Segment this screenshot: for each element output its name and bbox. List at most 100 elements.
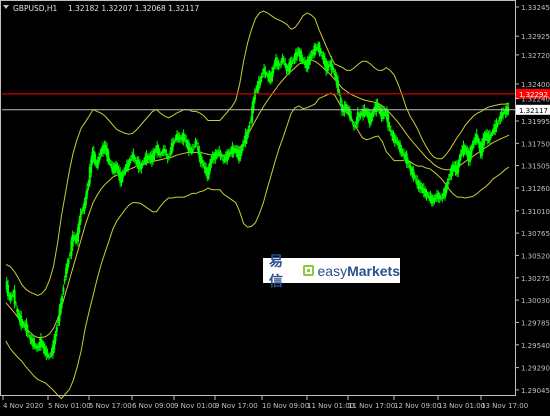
candle-body bbox=[278, 64, 281, 66]
candle-body bbox=[13, 290, 16, 305]
candle-body bbox=[401, 152, 404, 154]
bid-price-label: 1.32117 bbox=[519, 107, 548, 115]
watermark-logo-icon bbox=[302, 265, 314, 276]
candle-body bbox=[129, 158, 132, 161]
candle-body bbox=[395, 139, 398, 143]
candle-body bbox=[177, 135, 180, 140]
candle-body bbox=[41, 341, 44, 345]
y-tick-label: 1.31750 bbox=[521, 140, 550, 148]
candle-body bbox=[26, 329, 29, 334]
y-tick-label: 1.29290 bbox=[521, 365, 550, 373]
candle-body bbox=[219, 151, 222, 157]
candle-body bbox=[413, 176, 416, 178]
candle-body bbox=[389, 130, 392, 132]
candle-body bbox=[242, 144, 244, 148]
candle-body bbox=[195, 142, 198, 144]
x-tick-label: 9 Nov 01:00 bbox=[174, 402, 217, 410]
x-tick-label: 11 Nov 17:00 bbox=[348, 402, 395, 410]
candle-body bbox=[337, 80, 339, 92]
candle-body bbox=[201, 159, 204, 164]
candle-body bbox=[141, 163, 144, 166]
candle-body bbox=[292, 60, 295, 62]
candle-body bbox=[220, 156, 223, 158]
candle-body bbox=[193, 146, 196, 148]
y-tick-label: 1.29045 bbox=[521, 387, 550, 395]
candle-body bbox=[471, 143, 474, 149]
candle-body bbox=[407, 161, 409, 164]
candle-body bbox=[99, 153, 102, 156]
y-tick-label: 1.33245 bbox=[521, 4, 550, 12]
candle-body bbox=[183, 138, 186, 140]
candle-body bbox=[16, 308, 19, 313]
candle-body bbox=[80, 211, 83, 213]
x-tick-label: 5 Nov 17:00 bbox=[89, 402, 132, 410]
chart-canvas[interactable]: 1.322921.32117 1.332451.329251.327201.32… bbox=[0, 0, 550, 412]
candle-body bbox=[496, 122, 499, 125]
x-tick-label: 6 Nov 09:00 bbox=[132, 402, 175, 410]
y-tick-label: 1.32720 bbox=[521, 52, 550, 60]
candle-body bbox=[354, 125, 357, 127]
candle-body bbox=[165, 154, 168, 156]
candle-body bbox=[189, 147, 192, 152]
candle-body bbox=[477, 137, 479, 142]
candle-body bbox=[426, 195, 429, 197]
y-tick-label: 1.30520 bbox=[521, 252, 550, 260]
candle-body bbox=[284, 63, 287, 66]
candle-body bbox=[309, 56, 312, 61]
y-tick-label: 1.31505 bbox=[521, 163, 550, 171]
y-tick-label: 1.31995 bbox=[521, 118, 550, 126]
candle-body bbox=[259, 78, 262, 85]
candle-body bbox=[434, 197, 437, 199]
candle-body bbox=[264, 71, 267, 75]
x-tick-label: 12 Nov 09:00 bbox=[394, 402, 441, 410]
candle-body bbox=[272, 67, 275, 74]
candle-body bbox=[223, 160, 226, 162]
candle-body bbox=[133, 157, 136, 160]
candle-body bbox=[260, 75, 263, 79]
candle-body bbox=[182, 133, 185, 142]
candle-body bbox=[371, 112, 374, 118]
candle-body bbox=[228, 152, 231, 154]
candle-body bbox=[71, 235, 74, 247]
candle-body bbox=[310, 55, 313, 57]
y-tick-label: 1.29785 bbox=[521, 319, 550, 327]
candle-body bbox=[46, 353, 49, 357]
candle-body bbox=[253, 91, 256, 101]
candle-body bbox=[197, 146, 200, 151]
candle-body bbox=[202, 163, 205, 166]
x-tick-label: 4 Nov 2020 bbox=[3, 402, 43, 410]
y-tick-label: 1.30765 bbox=[521, 230, 550, 238]
candle-body bbox=[458, 157, 461, 166]
x-tick-label: 9 Nov 17:00 bbox=[215, 402, 258, 410]
candle-body bbox=[7, 285, 9, 296]
collapse-triangle-icon[interactable] bbox=[3, 5, 9, 9]
y-tick-label: 1.32925 bbox=[521, 33, 550, 41]
candle-body bbox=[408, 165, 411, 167]
x-tick-label: 13 Nov 01:00 bbox=[438, 402, 485, 410]
candle-body bbox=[59, 303, 62, 314]
candle-body bbox=[160, 153, 163, 156]
candle-body bbox=[168, 156, 170, 158]
candle-body bbox=[447, 178, 450, 181]
candle-body bbox=[290, 61, 293, 64]
candle-body bbox=[63, 279, 66, 282]
candle-body bbox=[34, 345, 37, 347]
y-tick-label: 1.30030 bbox=[521, 297, 550, 305]
candle-body bbox=[55, 327, 58, 332]
watermark-easy: easy bbox=[317, 262, 348, 279]
candle-body bbox=[247, 129, 250, 135]
candle-body bbox=[61, 295, 64, 304]
candle-body bbox=[86, 188, 89, 196]
candle-body bbox=[78, 220, 81, 232]
y-tick-label: 1.32240 bbox=[521, 96, 550, 104]
candle-body bbox=[414, 179, 417, 181]
x-tick-label: 10 Nov 09:00 bbox=[262, 402, 309, 410]
price-chart[interactable]: 1.32292 1.32117 1.33245 1.32925 1.32720 1.32… bbox=[0, 0, 550, 412]
candle-body bbox=[49, 356, 52, 357]
candle-body bbox=[66, 263, 69, 271]
candle-body bbox=[14, 303, 17, 305]
candle-body bbox=[331, 66, 334, 71]
candle-body bbox=[282, 60, 285, 62]
candle-body bbox=[281, 57, 284, 63]
candle-body bbox=[319, 50, 322, 54]
